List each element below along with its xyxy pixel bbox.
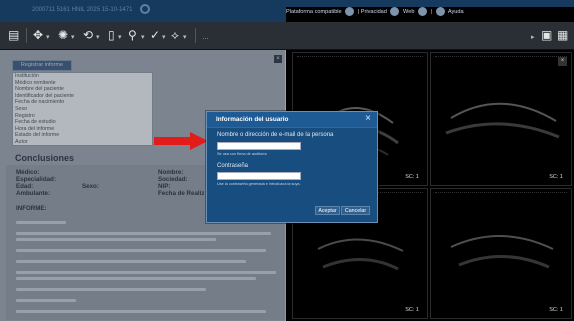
dialog-title: Información del usuario [216,116,289,123]
measure-icon[interactable]: ⟡ [171,29,179,41]
chevron-down-icon[interactable]: ▾ [183,32,187,44]
close-icon[interactable]: × [365,113,371,124]
scale-label: SC: 1 [549,307,563,313]
email-label: Nombre o dirección de e-mail de la perso… [217,132,334,138]
series-icon[interactable]: ▯ [108,29,115,41]
user-info-dialog: Información del usuario × Nombre o direc… [206,111,378,223]
capture-icon[interactable]: ▣ [541,29,552,41]
scale-label: SC: 1 [549,174,563,180]
scale-label: SC: 1 [405,307,419,313]
study-title: 2000711 5161 HNIL 2025 15-10-1471 [32,7,133,13]
dialog-header: Información del usuario × [207,112,377,128]
email-hint: Se usa con firma de auditoría [217,152,267,156]
gear-icon[interactable] [140,4,150,14]
chevron-down-icon[interactable]: ▾ [141,32,145,44]
play-icon[interactable]: ▸ [531,32,535,44]
viewport-2[interactable]: × SC: 1 [430,52,572,186]
viewport-4[interactable]: SC: 1 [430,188,572,319]
grid-icon[interactable]: ▦ [557,29,568,41]
viewer-toolbar: ▤ ✥ ▾ ✺ ▾ ⟲ ▾ ▯ ▾ ⚲ ▾ ✓ ▾ ⟡ ▾ … ▸ ▣ ▦ [0,22,574,50]
password-hint: Use la contraseña generada e introdúzca … [217,182,301,186]
ultrasound-image [445,102,560,139]
layout-icon[interactable]: ▤ [8,29,19,41]
toolbar-divider [26,28,27,43]
chevron-down-icon[interactable]: ▾ [162,32,166,44]
chevron-down-icon[interactable]: ▾ [96,32,100,44]
cancel-button[interactable]: Cancelar [341,206,370,215]
password-label: Contraseña [217,163,249,169]
help-link[interactable]: Ayuda [448,9,464,15]
probe-icon[interactable]: ⚲ [128,29,137,41]
top-bar: 2000711 5161 HNIL 2025 15-10-1471 Plataf… [0,0,574,278]
info-icon[interactable] [345,7,355,16]
check-icon[interactable]: ✓ [150,29,160,41]
compatible-platform-link[interactable]: Plataforma compatible [286,9,342,15]
privacy-link[interactable]: Privacidad [361,9,387,15]
brightness-icon[interactable]: ✺ [58,29,68,41]
email-field[interactable] [217,142,301,150]
chevron-down-icon[interactable]: ▾ [46,32,50,44]
web-link[interactable]: Web [403,9,414,15]
help-icon [435,7,445,16]
accept-button[interactable]: Aceptar [315,206,340,215]
move-icon[interactable]: ✥ [33,29,43,41]
chat-icon[interactable] [418,7,427,16]
chevron-down-icon[interactable]: ▾ [71,32,75,44]
toolbar-divider [195,28,196,43]
more-icon[interactable]: … [202,32,209,44]
password-field[interactable] [217,172,301,180]
chevron-down-icon[interactable]: ▾ [118,32,122,44]
scale-label: SC: 1 [405,174,419,180]
ultrasound-image [450,235,554,269]
rotate-icon[interactable]: ⟲ [83,29,93,41]
red-arrow-annotation [154,132,208,150]
globe-icon [390,7,400,16]
